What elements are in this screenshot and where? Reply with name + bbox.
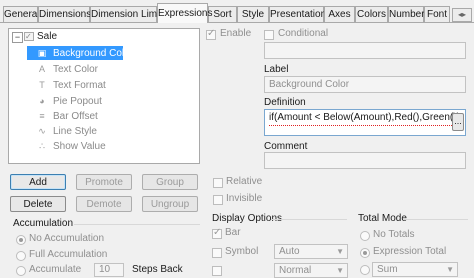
chevron-down-icon: ▼ — [336, 247, 344, 256]
tree-item-label: Bar Offset — [53, 111, 98, 122]
no-accumulation-label: No Accumulation — [29, 233, 105, 244]
invisible-label: Invisible — [226, 193, 263, 204]
tree-item-label: Text Format — [53, 80, 106, 91]
tab-colors[interactable]: Colors — [355, 6, 388, 22]
tree-item-line-style[interactable]: ∿ Line Style — [37, 124, 97, 138]
invisible-checkbox[interactable] — [213, 195, 223, 205]
tree-item-label: Line Style — [53, 126, 97, 137]
promote-button[interactable]: Promote — [76, 174, 132, 190]
tree-item-text-format[interactable]: T Text Format — [37, 78, 106, 92]
definition-text: if(Amount < Below(Amount),Red(),Green()) — [269, 111, 460, 126]
tab-general[interactable]: General — [3, 6, 40, 22]
label-heading: Label — [264, 64, 289, 75]
sum-dropdown-value: Sum — [377, 264, 398, 275]
tree-item-label: Background Color — [53, 48, 134, 59]
tree-item-bar-offset[interactable]: ≡ Bar Offset — [37, 109, 98, 123]
symbol-dropdown[interactable]: Auto ▼ — [274, 244, 348, 259]
tab-expressions[interactable]: Expressions — [157, 3, 212, 23]
accumulation-divider — [74, 224, 200, 225]
tree-item-label: Text Color — [53, 64, 99, 75]
display-options-divider — [271, 219, 347, 220]
definition-field[interactable]: if(Amount < Below(Amount),Red(),Green()) — [264, 109, 466, 136]
full-accumulation-radio[interactable] — [16, 251, 26, 261]
symbol-label: Symbol — [225, 246, 259, 257]
bar-checkbox[interactable] — [212, 227, 222, 239]
no-accumulation-radio[interactable] — [16, 235, 26, 245]
chevron-down-icon: ▼ — [446, 265, 454, 274]
steps-back-field[interactable]: 10 — [94, 263, 124, 277]
definition-heading: Definition — [264, 97, 306, 108]
bar-label: Bar — [225, 227, 241, 238]
paint-bucket-icon: ▣ — [37, 48, 47, 58]
accumulate-label: Accumulate — [29, 264, 82, 275]
expression-tree[interactable]: − ✓ Sale ▣ Background Color A Text Color T… — [8, 28, 200, 164]
text-format-icon: T — [39, 80, 45, 90]
tab-baseline — [0, 22, 474, 23]
line-style-icon: ∿ — [38, 126, 46, 136]
pie-icon: ◕ — [39, 96, 45, 106]
label-field[interactable]: Background Color — [264, 76, 466, 93]
collapse-icon[interactable]: − — [12, 32, 23, 43]
accumulation-heading: Accumulation — [13, 218, 74, 229]
symbol-dropdown-value: Auto — [279, 246, 300, 257]
tree-item-label: Pie Popout — [53, 96, 102, 107]
text-color-icon: A — [38, 64, 45, 74]
sum-radio[interactable] — [360, 265, 370, 275]
edit-expression-button[interactable]: ... — [452, 113, 464, 131]
ungroup-button[interactable]: Ungroup — [142, 196, 198, 212]
bar-offset-icon: ≡ — [39, 111, 45, 121]
demote-button[interactable]: Demote — [76, 196, 132, 212]
comment-field[interactable] — [264, 152, 466, 169]
tree-item-show-value[interactable]: ∴ Show Value — [37, 139, 106, 153]
steps-back-label: Steps Back — [132, 264, 183, 275]
tab-sort[interactable]: Sort — [208, 6, 237, 22]
relative-checkbox[interactable] — [213, 178, 223, 188]
total-mode-heading: Total Mode — [358, 213, 407, 224]
check-icon: ✓ — [25, 32, 32, 41]
tab-presentation[interactable]: Presentation — [269, 6, 326, 22]
conditional-checkbox[interactable] — [264, 30, 274, 40]
tab-dimensions[interactable]: Dimensions — [38, 6, 91, 22]
tree-item-label: Show Value — [53, 141, 106, 152]
full-accumulation-label: Full Accumulation — [29, 249, 108, 260]
symbol-checkbox[interactable] — [212, 248, 222, 258]
tree-item-text-color[interactable]: A Text Color — [37, 62, 98, 76]
tab-scroll-arrows[interactable]: ◂▸ — [452, 8, 472, 22]
enable-label: Enable — [220, 28, 252, 39]
delete-button[interactable]: Delete — [10, 196, 66, 212]
tree-item-pie-popout[interactable]: ◕ Pie Popout — [37, 94, 102, 108]
tab-style[interactable]: Style — [237, 6, 269, 22]
no-totals-label: No Totals — [373, 229, 415, 240]
conditional-field[interactable] — [264, 42, 466, 59]
conditional-label: Conditional — [278, 28, 329, 39]
tree-root-label[interactable]: Sale — [37, 31, 57, 42]
sum-dropdown[interactable]: Sum ▼ — [372, 262, 458, 277]
tab-axes[interactable]: Axes — [324, 6, 355, 22]
line-checkbox[interactable] — [212, 266, 222, 276]
comment-heading: Comment — [264, 141, 308, 152]
total-mode-divider — [404, 219, 468, 220]
add-button[interactable]: Add — [10, 174, 66, 190]
tree-item-background-color[interactable]: ▣ Background Color — [37, 46, 133, 60]
tab-font[interactable]: Font — [424, 6, 450, 22]
tab-dimension-limits[interactable]: Dimension Limits — [90, 6, 167, 22]
show-value-icon: ∴ — [39, 141, 45, 151]
group-button[interactable]: Group — [142, 174, 198, 190]
tab-number[interactable]: Number — [388, 6, 425, 22]
no-totals-radio[interactable] — [360, 231, 370, 241]
relative-label: Relative — [226, 176, 263, 187]
expression-total-radio[interactable] — [360, 248, 370, 258]
enable-checkbox[interactable] — [206, 28, 216, 40]
expression-total-label: Expression Total — [373, 246, 447, 257]
accumulate-radio[interactable] — [16, 266, 26, 276]
